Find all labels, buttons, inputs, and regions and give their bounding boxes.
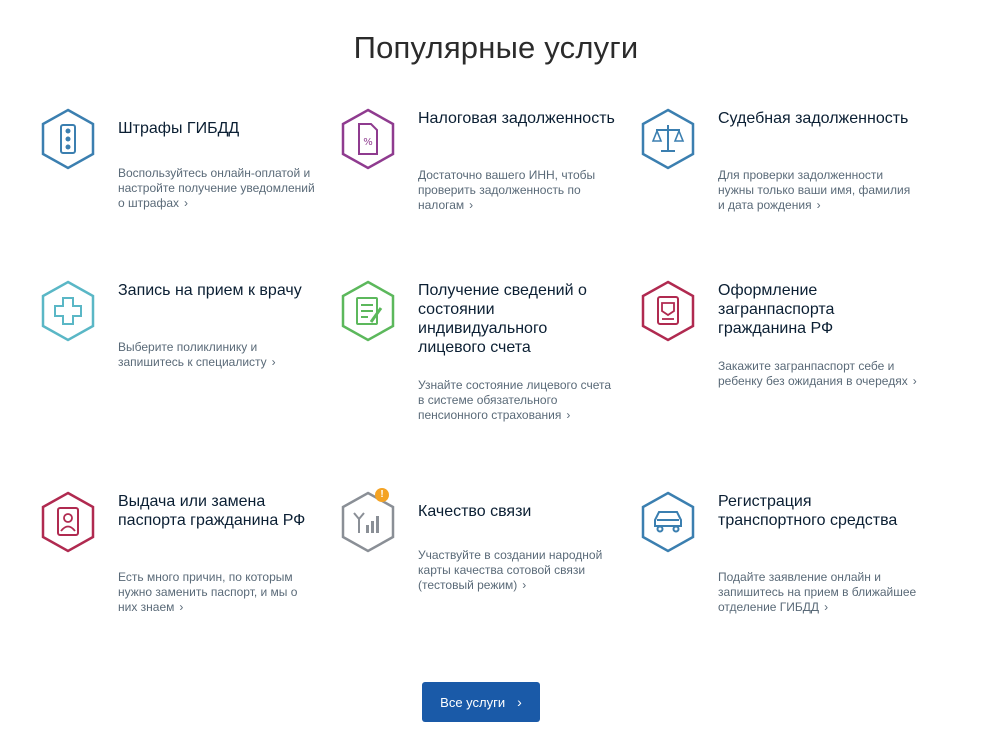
page-title: Популярные услуги xyxy=(353,30,639,65)
chevron-right-icon: › xyxy=(522,578,527,592)
chevron-right-icon: › xyxy=(816,198,821,212)
chevron-right-icon: › xyxy=(469,198,474,212)
service-title[interactable]: Судебная задолженность xyxy=(718,109,918,128)
alert-badge: ! xyxy=(375,488,389,502)
passport-icon xyxy=(640,280,696,342)
scales-icon xyxy=(640,108,696,170)
all-services-button[interactable]: Все услуги › xyxy=(422,682,540,722)
id-card-icon xyxy=(40,491,96,553)
chevron-right-icon: › xyxy=(824,600,829,614)
service-description[interactable]: Узнайте состояние лицевого счета в систе… xyxy=(418,378,618,423)
chevron-right-icon: › xyxy=(179,600,184,614)
chevron-right-icon: › xyxy=(912,374,917,388)
service-title[interactable]: Штрафы ГИБДД xyxy=(118,119,318,138)
service-description[interactable]: Выберите поликлинику и запишитесь к спец… xyxy=(118,340,318,370)
chevron-right-icon: › xyxy=(271,355,276,369)
service-description[interactable]: Подайте заявление онлайн и запишитесь на… xyxy=(718,570,918,615)
service-description[interactable]: Участвуйте в создании народной карты кач… xyxy=(418,548,618,593)
service-description[interactable]: Воспользуйтесь онлайн-оплатой и настройт… xyxy=(118,166,318,211)
svg-text:%: % xyxy=(363,137,373,148)
service-title[interactable]: Налоговая задолженность xyxy=(418,109,618,128)
car-icon xyxy=(640,491,696,553)
signal-icon xyxy=(340,491,396,553)
chevron-right-icon: › xyxy=(566,408,571,422)
service-title[interactable]: Запись на прием к врачу xyxy=(118,281,318,300)
service-title[interactable]: Выдача или замена паспорта гражданина РФ xyxy=(118,492,318,530)
traffic-light-icon xyxy=(40,108,96,170)
service-title[interactable]: Оформление загранпаспорта гражданина РФ xyxy=(718,281,918,338)
document-edit-icon xyxy=(340,280,396,342)
chevron-right-icon: › xyxy=(517,694,522,710)
tax-document-icon: % xyxy=(340,108,396,170)
service-description[interactable]: Для проверки задолженности нужны только … xyxy=(718,168,918,213)
service-description[interactable]: Есть много причин, по которым нужно заме… xyxy=(118,570,318,615)
medical-cross-icon xyxy=(40,280,96,342)
service-title[interactable]: Получение сведений о состоянии индивидуа… xyxy=(418,281,618,357)
service-title[interactable]: Регистрация транспортного средства xyxy=(718,492,918,530)
service-title[interactable]: Качество связи xyxy=(418,502,618,521)
service-description[interactable]: Закажите загранпаспорт себе и ребенку бе… xyxy=(718,359,918,389)
chevron-right-icon: › xyxy=(184,196,189,210)
all-services-label: Все услуги xyxy=(440,694,506,710)
service-description[interactable]: Достаточно вашего ИНН, чтобы проверить з… xyxy=(418,168,618,213)
